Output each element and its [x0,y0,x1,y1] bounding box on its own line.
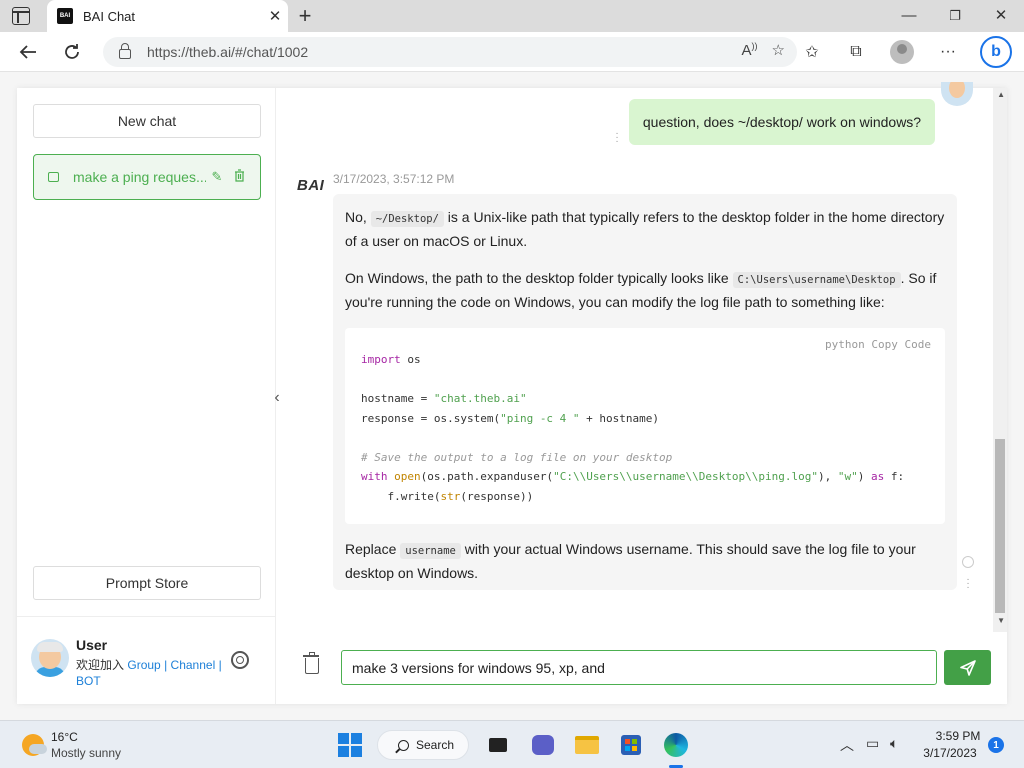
link-separator: | [218,658,222,672]
copy-code-button[interactable]: Copy Code [871,338,931,351]
new-tab-icon[interactable]: + [292,3,318,29]
lock-icon[interactable] [119,43,131,59]
clock-time[interactable]: 3:59 PM [928,729,988,743]
address-bar[interactable]: https://theb.ai/#/chat/1002 A)) ☆ [103,37,797,67]
chat-app: New chat make a ping reques... ✎ Prompt … [17,82,1007,704]
tab-actions-icon[interactable] [12,7,30,25]
search-label: Search [416,738,455,752]
status-circle-icon [962,556,974,568]
welcome-text: 欢迎加入 [76,658,125,672]
code-line: f.write(str(response)) [361,489,534,503]
bot-message-bubble: No, ~/Desktop/ is a Unix-like path that … [333,194,957,590]
chat-title[interactable]: make a ping reques... [73,169,206,185]
group-link[interactable]: Group [127,658,160,672]
teams-chat-icon[interactable] [530,732,556,758]
taskbar-search-button[interactable]: Search [377,730,469,760]
tab-close-icon[interactable]: ✕ [262,7,288,25]
restore-icon[interactable]: ❐ [932,4,978,28]
edit-icon[interactable]: ✎ [206,169,228,185]
microsoft-store-icon[interactable] [618,732,644,758]
inline-code: C:\Users\username\Desktop [732,272,901,288]
task-view-icon[interactable] [485,732,511,758]
chat-panel: question, does ~/desktop/ work on window… [277,82,1007,704]
user-profile-area: User 欢迎加入 Group | Channel | BOT [17,616,276,704]
add-favorite-icon[interactable]: ☆ [772,41,785,59]
window-close-icon[interactable]: ✕ [978,4,1024,28]
page-background: New chat make a ping reques... ✎ Prompt … [0,72,1024,720]
url-text[interactable]: https://theb.ai/#/chat/1002 [147,44,308,60]
bot-link[interactable]: BOT [76,674,101,688]
code-language-label: python [825,338,865,351]
prompt-store-button[interactable]: Prompt Store [33,566,261,600]
weather-temperature[interactable]: 16°C [51,730,78,744]
tab-title: BAI Chat [83,8,136,24]
network-icon[interactable]: ▭ [866,735,879,752]
new-chat-button[interactable]: New chat [33,104,261,138]
link-separator: | [164,658,168,672]
code-line: with open(os.path.expanduser("C:\\Users\… [361,470,905,483]
code-block-header: python Copy Code [825,334,931,356]
browser-tab-bar: BAI BAI Chat ✕ + — ❐ ✕ [0,0,1024,32]
start-windows-icon[interactable] [337,732,363,758]
chat-list-item[interactable]: make a ping reques... ✎ [33,154,261,200]
message-timestamp: 3/17/2023, 3:57:12 PM [333,172,455,186]
collections-icon[interactable]: ⧉ [842,38,870,66]
user-message-bubble: question, does ~/desktop/ work on window… [629,99,935,145]
file-explorer-icon[interactable] [574,732,600,758]
show-hidden-icons-chevron-icon[interactable]: ︿ [840,735,854,755]
chat-bubble-icon [48,172,59,182]
delete-chat-icon[interactable] [228,169,250,185]
inline-code: username [400,543,461,559]
bot-paragraph: No, ~/Desktop/ is a Unix-like path that … [345,209,945,249]
send-paper-plane-icon [959,659,976,676]
chat-scrollbar[interactable]: ▲ ▼ [993,88,1007,632]
bot-paragraph: Replace username with your actual Window… [345,541,916,581]
code-content: import os hostname = "chat.theb.ai" respo… [361,350,929,506]
scroll-up-arrow-icon[interactable]: ▲ [997,90,1005,99]
send-button[interactable] [944,650,991,685]
sidebar: New chat make a ping reques... ✎ Prompt … [17,88,276,704]
user-name: User [76,637,108,653]
code-line: response = os.system("ping -c 4 " + host… [361,411,660,425]
message-menu-icon[interactable]: · · · [614,129,620,147]
search-icon [398,739,409,751]
browser-tab[interactable]: BAI BAI Chat ✕ [47,0,288,32]
code-block: python Copy Code import os hostname = "c… [345,328,945,524]
user-avatar [31,639,69,677]
read-aloud-icon[interactable]: A)) [742,41,758,59]
clock-date[interactable]: 3/17/2023 [918,746,982,760]
windows-taskbar: 16°C Mostly sunny Search ︿ ▭ 🔈︎ 3:59 PM … [0,720,1024,768]
volume-icon[interactable]: 🔈︎ [890,735,898,752]
back-arrow-icon[interactable] [13,38,43,66]
more-menu-icon[interactable]: ··· [934,38,962,66]
profile-avatar[interactable] [890,40,914,64]
favorites-icon[interactable]: ✩ [798,38,826,66]
scrollbar-thumb[interactable] [995,439,1005,613]
user-description: 欢迎加入 Group | Channel | BOT [76,657,228,689]
bot-paragraph: On Windows, the path to the desktop fold… [345,270,937,310]
notification-badge[interactable]: 1 [988,737,1004,753]
channel-link[interactable]: Channel [171,658,216,672]
clear-chat-trash-icon[interactable] [303,652,319,674]
refresh-icon[interactable] [57,38,87,66]
code-line: hostname = "chat.theb.ai" [361,392,527,405]
bai-bot-logo: BAI [297,177,325,194]
scroll-down-arrow-icon[interactable]: ▼ [997,616,1005,625]
code-line: # Save the output to a log file on your … [361,450,673,464]
bai-favicon-icon: BAI [57,8,73,24]
settings-gear-icon[interactable] [231,651,249,669]
minimize-icon[interactable]: — [886,4,932,28]
user-message-avatar [941,82,973,106]
weather-sun-icon[interactable] [22,734,47,756]
edge-browser-icon[interactable] [663,732,689,758]
bing-copilot-icon[interactable]: b [980,36,1012,68]
browser-toolbar: https://theb.ai/#/chat/1002 A)) ☆ ✩ ⧉ ··… [0,32,1024,72]
message-input[interactable] [341,650,937,685]
weather-description[interactable]: Mostly sunny [51,746,121,760]
message-menu-icon[interactable]: · · · [965,575,971,593]
inline-code: ~/Desktop/ [370,211,444,227]
